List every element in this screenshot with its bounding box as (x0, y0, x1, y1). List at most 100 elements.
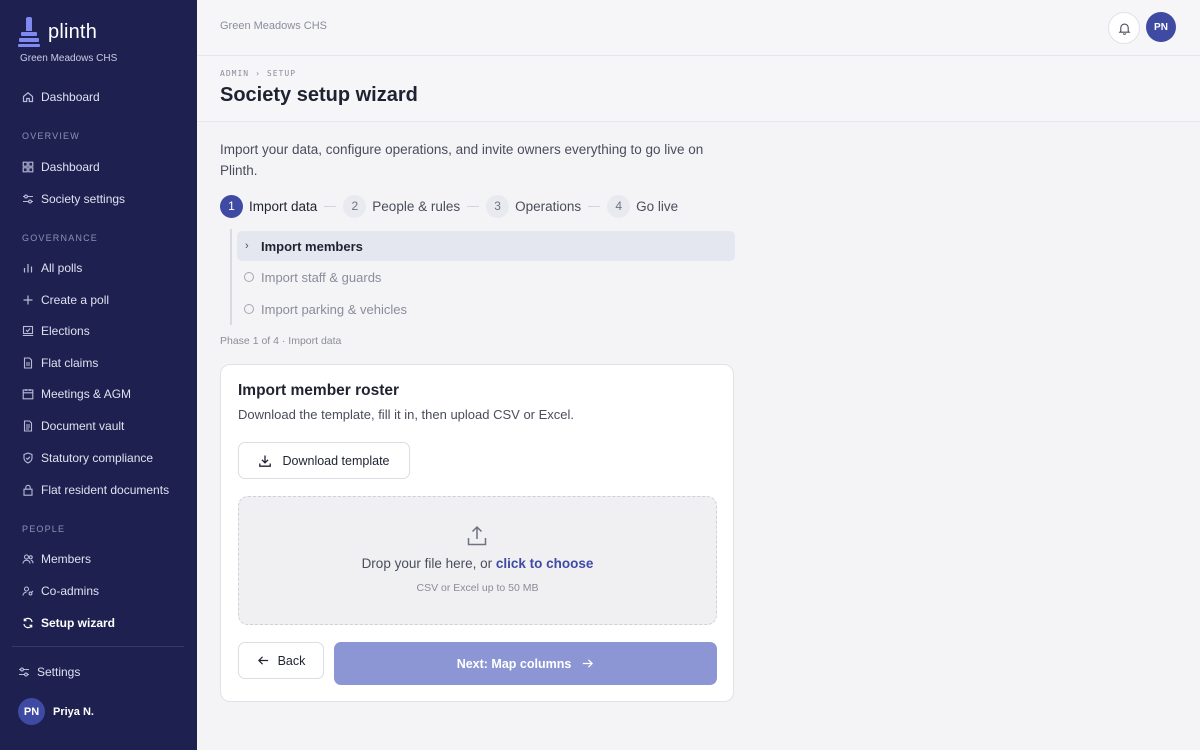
users-icon (22, 553, 34, 565)
sidebar-section-governance: GOVERNANCE (22, 233, 99, 243)
user-key-icon (22, 585, 34, 597)
chevron-right-icon: › (245, 240, 249, 252)
brand[interactable]: plinth (18, 16, 97, 48)
breadcrumb-item: SETUP (266, 69, 297, 78)
file-icon (22, 357, 34, 369)
brand-name: plinth (48, 20, 98, 43)
sidebar-item-label: Statutory compliance (41, 451, 154, 465)
substep-import-parking[interactable]: Import parking & vehicles (237, 294, 735, 324)
step-label: People & rules (372, 198, 461, 214)
click-to-choose-link[interactable]: click to choose (496, 556, 594, 571)
download-template-label: Download template (282, 453, 390, 468)
step-label: Go live (636, 198, 679, 214)
sidebar-item-society-settings[interactable]: Society settings (22, 189, 125, 209)
step-connector (324, 205, 337, 207)
user-avatar-button[interactable]: PN (1146, 12, 1176, 42)
step-connector (467, 205, 480, 207)
step-label: Import data (249, 198, 318, 214)
wizard-stepper: 1 Import data 2 People & rules 3 Operati… (220, 194, 678, 218)
lock-icon (22, 484, 34, 496)
phase-indicator: Phase 1 of 4 · Import data (220, 335, 342, 347)
upload-icon (465, 524, 489, 548)
bell-icon (1118, 22, 1131, 35)
sidebar-item-meetings-agm[interactable]: Meetings & AGM (22, 384, 131, 404)
sidebar-item-co-admins[interactable]: Co-admins (22, 581, 99, 601)
sidebar-item-label: Society settings (41, 192, 126, 206)
substep-import-members[interactable]: › Import members (237, 231, 735, 261)
sidebar-item-label: Document vault (41, 419, 125, 433)
step-operations[interactable]: 3 Operations (486, 194, 582, 218)
download-icon (258, 454, 272, 468)
sidebar-item-label: Settings (37, 665, 81, 679)
back-button[interactable]: Back (238, 642, 324, 679)
sidebar: plinth Green Meadows CHS Dashboard OVERV… (0, 0, 197, 750)
breadcrumb-item[interactable]: ADMIN (220, 69, 249, 78)
sidebar-item-create-poll[interactable]: Create a poll (22, 290, 109, 310)
bar-chart-icon (22, 262, 34, 274)
arrow-right-icon (581, 657, 594, 670)
plus-icon (22, 294, 34, 306)
step-number: 4 (607, 194, 631, 218)
sidebar-item-label: Members (41, 552, 92, 566)
shield-icon (22, 452, 34, 464)
substep-label: Import members (261, 238, 363, 254)
sidebar-section-people: PEOPLE (22, 524, 66, 534)
sidebar-item-label: Co-admins (41, 584, 100, 598)
substep-import-staff[interactable]: Import staff & guards (237, 262, 735, 292)
card-title: Import member roster (238, 382, 400, 399)
step-connector (588, 205, 601, 207)
intro-text: Import your data, configure operations, … (220, 142, 704, 178)
sidebar-item-label: Elections (41, 324, 90, 338)
sidebar-item-label: Setup wizard (41, 616, 116, 630)
grid-icon (22, 161, 34, 173)
notifications-button[interactable] (1108, 12, 1140, 44)
file-dropzone[interactable]: Drop your file here, or click to choose … (238, 496, 717, 625)
substep-label: Import parking & vehicles (261, 301, 407, 317)
sidebar-user[interactable]: PN Priya N. (18, 698, 94, 725)
sidebar-item-label: Flat claims (41, 356, 99, 370)
download-template-button[interactable]: Download template (238, 442, 410, 479)
topbar: Green Meadows CHS PN (197, 0, 1200, 56)
document-icon (22, 420, 34, 432)
sidebar-item-label: Flat resident documents (41, 483, 170, 497)
sidebar-item-all-polls[interactable]: All polls (22, 258, 82, 278)
substep-label: Import staff & guards (261, 269, 382, 285)
dropzone-hint: CSV or Excel up to 50 MB (416, 582, 539, 594)
sliders-icon (18, 666, 30, 678)
sidebar-item-flat-resident-documents[interactable]: Flat resident documents (22, 480, 169, 500)
breadcrumb: ADMIN › SETUP (220, 69, 296, 78)
dropzone-text: Drop your file here, or click to choose (239, 556, 716, 571)
sidebar-item-label: Dashboard (41, 90, 100, 104)
page-title: Society setup wizard (220, 84, 418, 106)
circle-icon (244, 304, 254, 314)
sidebar-item-members[interactable]: Members (22, 549, 91, 569)
user-name: Priya N. (53, 705, 94, 718)
sidebar-item-document-vault[interactable]: Document vault (22, 416, 124, 436)
sidebar-item-elections[interactable]: Elections (22, 321, 90, 341)
card-description: Download the template, fill it in, then … (238, 407, 575, 422)
sidebar-item-setup-wizard[interactable]: Setup wizard (22, 613, 115, 633)
circle-icon (244, 272, 254, 282)
home-icon (22, 91, 34, 103)
calendar-icon (22, 388, 34, 400)
avatar: PN (18, 698, 45, 725)
next-label: Next: Map columns (456, 656, 572, 671)
topbar-society-name: Green Meadows CHS (220, 20, 327, 32)
step-import-data[interactable]: 1 Import data (220, 194, 318, 218)
sidebar-item-dashboard[interactable]: Dashboard (22, 157, 100, 177)
step-people-rules[interactable]: 2 People & rules (343, 194, 461, 218)
sidebar-item-dashboard-top[interactable]: Dashboard (22, 87, 100, 107)
plinth-logo-icon (18, 17, 40, 47)
ballot-icon (22, 325, 34, 337)
sliders-icon (22, 193, 34, 205)
step-go-live[interactable]: 4 Go live (607, 194, 679, 218)
step-label: Operations (515, 198, 582, 214)
substep-list: › Import members Import staff & guards I… (230, 229, 735, 325)
sidebar-item-label: Create a poll (41, 293, 110, 307)
sidebar-section-overview: OVERVIEW (22, 131, 80, 141)
sidebar-item-flat-claims[interactable]: Flat claims (22, 353, 98, 373)
next-map-columns-button[interactable]: Next: Map columns (334, 642, 717, 685)
sidebar-item-settings[interactable]: Settings (18, 662, 80, 682)
sidebar-item-label: All polls (41, 261, 83, 275)
sidebar-item-statutory-compliance[interactable]: Statutory compliance (22, 448, 153, 468)
